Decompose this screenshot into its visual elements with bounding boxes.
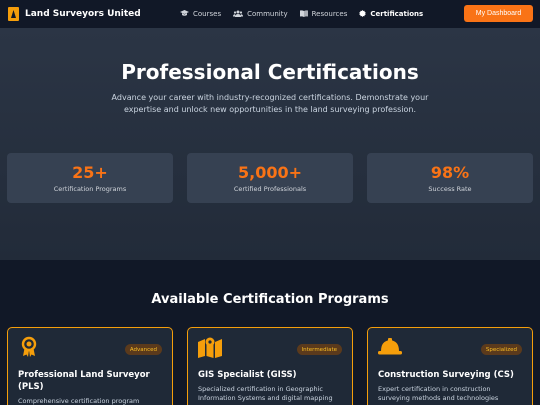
stat-label: Success Rate <box>428 185 472 193</box>
hard-hat-icon <box>378 336 402 358</box>
level-badge: Intermediate <box>296 344 342 355</box>
nav-link-courses[interactable]: Courses <box>180 9 222 19</box>
logo-icon <box>8 7 19 21</box>
graduation-cap-icon <box>180 9 189 19</box>
my-dashboard-button[interactable]: My Dashboard <box>464 5 533 22</box>
certificate-icon <box>359 9 367 19</box>
certification-card-cs[interactable]: Specialized Construction Surveying (CS) … <box>367 327 533 405</box>
stat-card-programs: 25+ Certification Programs <box>7 153 173 203</box>
nav-link-label: Courses <box>193 10 222 18</box>
card-title: Professional Land Surveyor (PLS) <box>18 370 150 392</box>
nav-link-label: Resources <box>311 10 348 18</box>
hero-subtitle: Advance your career with industry-recogn… <box>111 93 429 114</box>
users-icon <box>233 10 244 19</box>
nav-link-certifications[interactable]: Certifications <box>359 9 424 19</box>
brand[interactable]: Land Surveyors United <box>8 7 141 21</box>
nav-link-label: Certifications <box>370 10 424 18</box>
programs-section: Available Certification Programs Advance… <box>0 260 540 405</box>
book-icon <box>299 9 308 19</box>
level-badge: Specialized <box>480 344 522 355</box>
top-navbar: Land Surveyors United Courses Community … <box>0 0 540 28</box>
nav-link-resources[interactable]: Resources <box>299 9 348 19</box>
hero-section: Professional Certifications Advance your… <box>0 28 540 260</box>
stat-card-success-rate: 98% Success Rate <box>367 153 533 203</box>
brand-name: Land Surveyors United <box>25 9 141 19</box>
stat-card-professionals: 5,000+ Certified Professionals <box>187 153 353 203</box>
map-icon <box>198 336 222 358</box>
nav-links: Courses Community Resources Certificatio… <box>180 0 423 28</box>
nav-link-community[interactable]: Community <box>233 10 288 19</box>
page-title: Professional Certifications <box>121 60 419 84</box>
stat-label: Certification Programs <box>53 185 127 193</box>
level-badge: Advanced <box>124 344 162 355</box>
certification-card-giss[interactable]: Intermediate GIS Specialist (GISS) Speci… <box>187 327 353 405</box>
stat-value: 5,000+ <box>237 163 302 182</box>
stat-label: Certified Professionals <box>233 185 307 193</box>
certification-card-pls[interactable]: Advanced Professional Land Surveyor (PLS… <box>7 327 173 405</box>
card-description: Specialized certification in Geographic … <box>198 385 333 402</box>
award-icon <box>18 336 40 358</box>
stat-value: 25+ <box>72 163 108 182</box>
section-title: Available Certification Programs <box>151 292 389 307</box>
nav-link-label: Community <box>247 10 288 18</box>
card-description: Comprehensive certification program <box>18 397 140 405</box>
stat-value: 98% <box>430 163 470 182</box>
card-title: GIS Specialist (GISS) <box>198 370 297 380</box>
card-description: Expert certification in construction sur… <box>378 385 499 402</box>
card-title: Construction Surveying (CS) <box>378 370 514 380</box>
